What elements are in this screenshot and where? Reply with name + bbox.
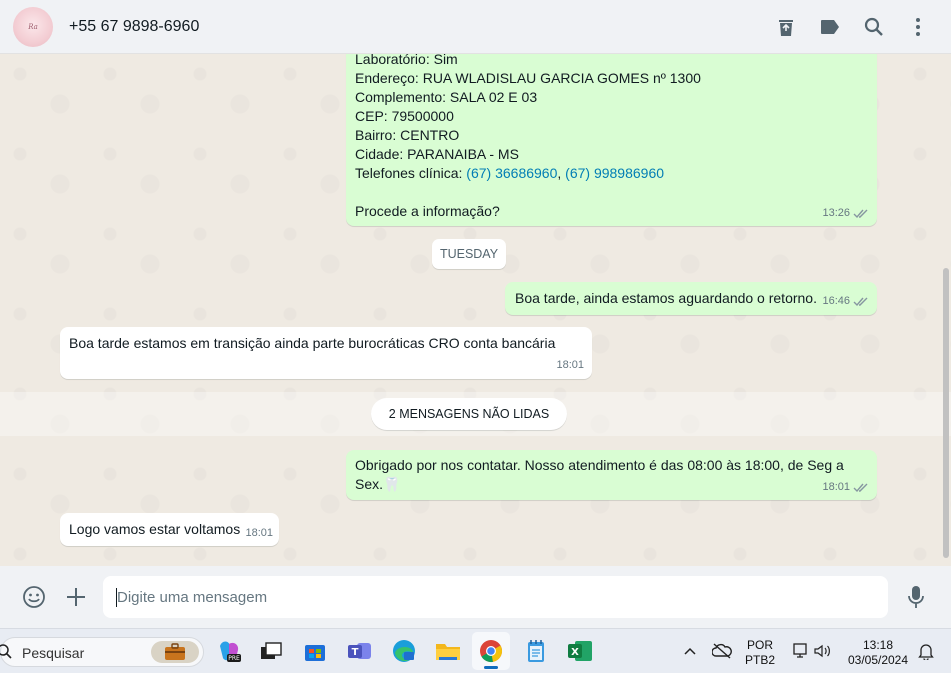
clock-date: 03/05/2024	[847, 653, 909, 667]
double-check-icon	[853, 209, 868, 218]
message-time: 18:01	[245, 527, 273, 539]
taskbar-search-box[interactable]: Pesquisar	[0, 637, 204, 667]
message-incoming[interactable]: Logo vamos estar voltamos 18:01	[60, 513, 279, 546]
message-line: Laboratório: Sim	[355, 54, 458, 67]
contact-avatar[interactable]: Ra	[13, 6, 53, 47]
message-incoming[interactable]: Boa tarde estamos em transição ainda par…	[60, 327, 592, 379]
phone-link[interactable]: (67) 36686960	[466, 165, 557, 181]
message-text: Logo vamos estar voltamos	[69, 521, 241, 537]
message-input[interactable]	[103, 576, 888, 618]
edge-icon[interactable]	[390, 637, 418, 665]
message-line: Telefones clínica: (67) 36686960, (67) 9…	[355, 164, 868, 183]
message-outgoing[interactable]: Laboratório: Sim Endereço: RUA WLADISLAU…	[346, 54, 877, 226]
excel-icon[interactable]: X	[566, 637, 594, 665]
message-time: 13:26	[822, 207, 850, 219]
clock-time: 13:18	[862, 638, 894, 652]
double-check-icon	[853, 483, 868, 492]
chat-header: Ra +55 67 9898-6960	[0, 0, 951, 54]
double-check-icon	[853, 297, 868, 306]
phone-label: Telefones clínica:	[355, 165, 467, 181]
keyboard-layout: PTB2	[744, 653, 775, 667]
microsoft-store-icon[interactable]	[301, 637, 329, 665]
svg-text:T: T	[352, 647, 359, 658]
volume-icon[interactable]	[808, 637, 836, 665]
contact-name[interactable]: +55 67 9898-6960	[69, 18, 199, 36]
onedrive-offline-icon[interactable]	[708, 637, 736, 665]
message-line: Endereço: RUA WLADISLAU GARCIA GOMES nº …	[355, 70, 701, 86]
briefcase-icon[interactable]	[151, 641, 199, 663]
emoji-icon[interactable]	[22, 585, 46, 609]
teams-icon[interactable]: T	[346, 637, 374, 665]
message-text: Boa tarde, ainda estamos aguardando o re…	[515, 290, 817, 306]
archive-icon[interactable]	[775, 16, 797, 38]
chevron-up-icon[interactable]	[676, 637, 704, 665]
copilot-icon[interactable]: PRE	[215, 637, 243, 665]
chrome-icon[interactable]	[472, 632, 510, 670]
message-meta: 18:01	[556, 356, 584, 375]
unread-count-badge: 2 MENSAGENS NÃO LIDAS	[371, 398, 567, 430]
message-outgoing[interactable]: Obrigado por nos contatar. Nosso atendim…	[346, 450, 877, 500]
taskbar-search-label: Pesquisar	[22, 645, 85, 661]
message-meta: 13:26	[822, 204, 869, 223]
message-line: Procede a informação?	[355, 203, 500, 219]
notepad-icon[interactable]	[522, 637, 550, 665]
message-time: 18:01	[822, 481, 850, 493]
message-list[interactable]: Laboratório: Sim Endereço: RUA WLADISLAU…	[0, 54, 951, 566]
language-code: POR	[746, 638, 773, 652]
search-icon[interactable]	[863, 16, 885, 38]
message-meta: 18:01	[245, 524, 273, 543]
message-line: Cidade: PARANAIBA - MS	[355, 146, 519, 162]
search-icon	[0, 644, 12, 659]
message-line: Bairro: CENTRO	[355, 127, 460, 143]
attach-plus-icon[interactable]	[64, 585, 88, 609]
svg-text:X: X	[571, 647, 579, 658]
label-icon[interactable]	[819, 16, 841, 38]
windows-taskbar: Pesquisar PRE T X POR PTB2 13:18 03/05/2…	[0, 628, 951, 673]
header-actions	[775, 0, 929, 54]
notification-bell-icon[interactable]	[912, 637, 940, 665]
message-line: Complemento: SALA 02 E 03	[355, 89, 538, 105]
message-time: 18:01	[556, 359, 584, 371]
chat-scrollbar[interactable]	[943, 268, 949, 558]
message-meta: 16:46	[822, 292, 869, 311]
system-clock[interactable]: 13:18 03/05/2024	[842, 638, 914, 668]
message-text: Obrigado por nos contatar. Nosso atendim…	[355, 457, 844, 492]
menu-icon[interactable]	[907, 16, 929, 38]
svg-text:PRE: PRE	[228, 655, 240, 662]
input-language-indicator[interactable]: POR PTB2	[744, 638, 776, 668]
text-caret	[116, 588, 117, 607]
message-meta: 18:01	[822, 478, 869, 497]
message-line: CEP: 79500000	[355, 108, 454, 124]
message-outgoing[interactable]: Boa tarde, ainda estamos aguardando o re…	[505, 282, 877, 315]
avatar-initials: Ra	[28, 22, 38, 31]
phone-separator: ,	[557, 165, 566, 181]
message-time: 16:46	[822, 295, 850, 307]
message-text: Boa tarde estamos em transição ainda par…	[69, 335, 556, 351]
task-view-icon[interactable]	[257, 637, 285, 665]
microphone-icon[interactable]	[904, 584, 928, 610]
message-composer	[0, 566, 951, 628]
message-line-blank	[355, 183, 868, 202]
phone-link[interactable]: (67) 998986960	[565, 165, 664, 181]
file-explorer-icon[interactable]	[434, 637, 462, 665]
date-divider: TUESDAY	[432, 239, 506, 269]
